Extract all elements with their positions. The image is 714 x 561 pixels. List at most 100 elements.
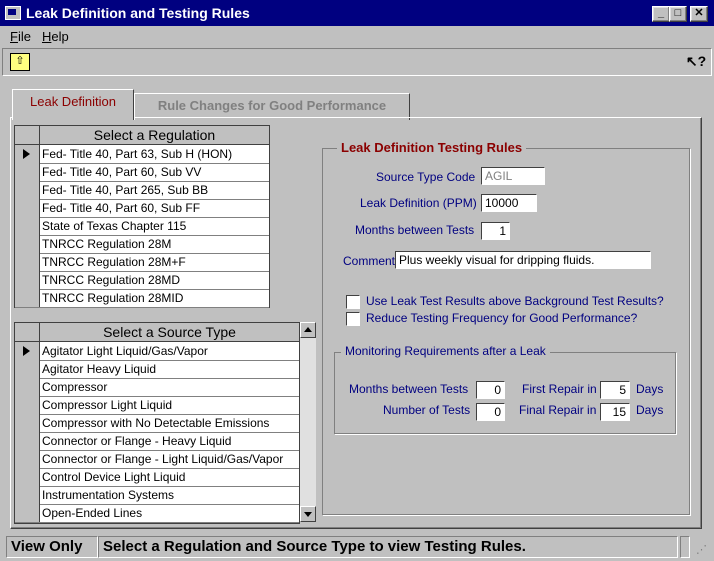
source-type-grid[interactable]: Select a Source Type Agitator Light Liqu… (14, 322, 300, 524)
monitor-months-field[interactable]: 0 (476, 381, 505, 399)
menu-help[interactable]: Help (42, 29, 69, 44)
row-selector[interactable] (15, 163, 40, 181)
regulation-row-label: State of Texas Chapter 115 (42, 219, 187, 233)
regulation-row[interactable]: TNRCC Regulation 28M (15, 235, 269, 254)
resize-grip-icon[interactable]: ⋰ (696, 543, 710, 557)
regulation-row[interactable]: TNRCC Regulation 28MID (15, 289, 269, 308)
source-type-row[interactable]: Agitator Light Liquid/Gas/Vapor (15, 342, 299, 361)
source-type-row[interactable]: Compressor (15, 378, 299, 397)
row-selector[interactable] (15, 468, 40, 486)
regulation-row[interactable]: Fed- Title 40, Part 63, Sub H (HON) (15, 145, 269, 164)
monitoring-title: Monitoring Requirements after a Leak (341, 344, 550, 358)
months-between-tests-label: Months between Tests (355, 223, 475, 237)
regulation-row-label: Fed- Title 40, Part 265, Sub BB (42, 183, 209, 197)
row-selector[interactable] (15, 217, 40, 235)
status-message: Select a Regulation and Source Type to v… (98, 536, 678, 558)
row-selector[interactable] (15, 289, 40, 307)
row-selector[interactable] (15, 504, 40, 522)
title-bar: Leak Definition and Testing Rules _ □ ✕ (0, 0, 714, 26)
testing-rules-title: Leak Definition Testing Rules (337, 140, 527, 155)
close-button[interactable]: ✕ (690, 6, 708, 22)
reduce-frequency-checkbox[interactable] (346, 312, 360, 326)
regulation-row[interactable]: Fed- Title 40, Part 60, Sub VV (15, 163, 269, 182)
maximize-button[interactable]: □ (669, 6, 687, 22)
comment-label: Comment (343, 254, 396, 268)
row-selector[interactable] (15, 199, 40, 217)
source-type-code-label: Source Type Code (376, 170, 476, 184)
months-between-tests-field[interactable]: 1 (481, 222, 510, 240)
status-mode: View Only (6, 536, 98, 558)
scroll-up-arrow-icon[interactable] (300, 322, 316, 338)
status-bar: View Only Select a Regulation and Source… (0, 533, 714, 561)
source-type-row[interactable]: Instrumentation Systems (15, 486, 299, 505)
leak-definition-field[interactable]: 10000 (481, 194, 537, 212)
regulation-row-label: Fed- Title 40, Part 60, Sub VV (42, 165, 202, 179)
source-type-code-field[interactable]: AGIL (481, 167, 545, 185)
regulation-row[interactable]: TNRCC Regulation 28MD (15, 271, 269, 290)
source-type-row[interactable]: Connector or Flange - Heavy Liquid (15, 432, 299, 451)
grid-corner (15, 126, 40, 144)
row-selector[interactable] (15, 181, 40, 199)
regulation-row-label: TNRCC Regulation 28M+F (42, 255, 186, 269)
source-type-row[interactable]: Agitator Heavy Liquid (15, 360, 299, 379)
app-icon (5, 6, 21, 20)
reduce-frequency-label[interactable]: Reduce Testing Frequency for Good Perfor… (366, 311, 637, 325)
regulation-grid-title: Select a Regulation (93, 127, 216, 143)
regulation-row[interactable]: State of Texas Chapter 115 (15, 217, 269, 236)
source-type-row[interactable]: Connector or Flange - Light Liquid/Gas/V… (15, 450, 299, 469)
regulation-row[interactable]: Fed- Title 40, Part 60, Sub FF (15, 199, 269, 218)
use-background-label[interactable]: Use Leak Test Results above Background T… (366, 294, 664, 308)
regulation-row[interactable]: Fed- Title 40, Part 265, Sub BB (15, 181, 269, 200)
source-grid-title: Select a Source Type (103, 324, 236, 340)
tab-leak-definition[interactable]: Leak Definition (12, 89, 134, 120)
grid-corner (15, 323, 40, 341)
row-selector[interactable] (15, 486, 40, 504)
scroll-down-arrow-icon[interactable] (300, 506, 316, 522)
current-row-arrow-icon[interactable] (15, 145, 40, 163)
regulation-grid[interactable]: Select a Regulation Fed- Title 40, Part … (14, 125, 270, 308)
status-panel-extra (680, 536, 690, 558)
source-type-row-label: Compressor Light Liquid (42, 398, 173, 412)
final-repair-field[interactable]: 15 (600, 403, 630, 421)
minimize-button[interactable]: _ (652, 6, 670, 22)
source-grid-scrollbar[interactable] (300, 322, 316, 522)
row-selector[interactable] (15, 360, 40, 378)
folder-up-icon[interactable]: ⇧ (10, 53, 30, 71)
first-repair-field[interactable]: 5 (600, 381, 630, 399)
context-help-icon[interactable]: ↖? (685, 51, 707, 71)
regulation-row[interactable]: TNRCC Regulation 28M+F (15, 253, 269, 272)
row-selector[interactable] (15, 253, 40, 271)
row-selector[interactable] (15, 414, 40, 432)
row-selector[interactable] (15, 271, 40, 289)
tab-rule-changes[interactable]: Rule Changes for Good Performance (134, 93, 410, 120)
regulation-grid-header: Select a Regulation (15, 126, 269, 145)
current-row-arrow-icon[interactable] (15, 342, 40, 360)
number-of-tests-field[interactable]: 0 (476, 403, 505, 421)
menu-file[interactable]: File (10, 29, 31, 44)
row-selector[interactable] (15, 378, 40, 396)
row-selector[interactable] (15, 235, 40, 253)
comment-field[interactable]: Plus weekly visual for dripping fluids. (395, 251, 651, 269)
use-background-checkbox[interactable] (346, 295, 360, 309)
row-selector[interactable] (15, 450, 40, 468)
regulation-row-label: Fed- Title 40, Part 60, Sub FF (42, 201, 201, 215)
regulation-row-label: TNRCC Regulation 28MD (42, 273, 181, 287)
first-repair-days-label: Days (636, 382, 664, 396)
first-repair-label: First Repair in (522, 382, 597, 396)
source-type-row[interactable]: Compressor with No Detectable Emissions (15, 414, 299, 433)
source-type-row-label: Connector or Flange - Light Liquid/Gas/V… (42, 452, 284, 466)
source-type-row-label: Instrumentation Systems (42, 488, 175, 502)
source-type-row[interactable]: Open-Ended Lines (15, 504, 299, 523)
source-type-row-label: Compressor with No Detectable Emissions (42, 416, 270, 430)
monitor-months-label: Months between Tests (349, 382, 469, 396)
regulation-row-label: Fed- Title 40, Part 63, Sub H (HON) (42, 147, 233, 161)
source-type-row-label: Connector or Flange - Heavy Liquid (42, 434, 232, 448)
final-repair-label: Final Repair in (519, 403, 597, 417)
source-type-row[interactable]: Control Device Light Liquid (15, 468, 299, 487)
row-selector[interactable] (15, 396, 40, 414)
source-type-row[interactable]: Compressor Light Liquid (15, 396, 299, 415)
regulation-row-label: TNRCC Regulation 28MID (42, 291, 184, 305)
source-type-row-label: Control Device Light Liquid (42, 470, 186, 484)
row-selector[interactable] (15, 432, 40, 450)
number-of-tests-label: Number of Tests (383, 403, 471, 417)
